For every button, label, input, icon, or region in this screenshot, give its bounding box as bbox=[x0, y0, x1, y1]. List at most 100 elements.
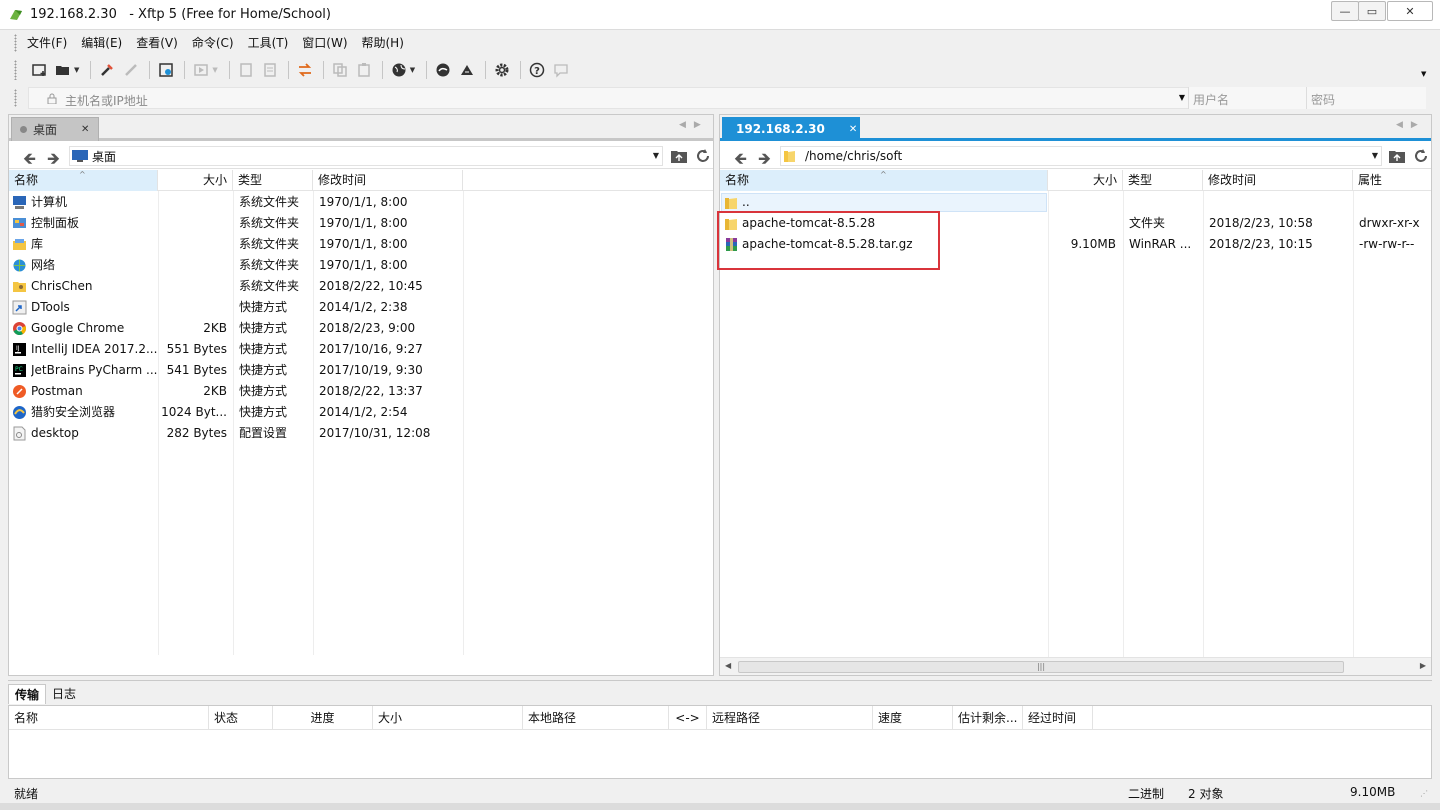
column-local-path[interactable]: 本地路径 bbox=[523, 706, 669, 730]
column-remote-path[interactable]: 远程路径 bbox=[707, 706, 873, 730]
menu-view[interactable]: 查看(V) bbox=[129, 31, 185, 55]
column-type[interactable]: 类型 bbox=[1123, 170, 1203, 191]
addressbar-grip[interactable] bbox=[14, 89, 17, 107]
connect-icon[interactable] bbox=[96, 59, 118, 81]
remote-path-input[interactable]: /home/chris/soft ▼ bbox=[780, 146, 1382, 166]
run-icon[interactable] bbox=[190, 59, 212, 81]
folder-up-icon[interactable] bbox=[1389, 149, 1405, 163]
column-size[interactable]: 大小 bbox=[373, 706, 523, 730]
folder-icon bbox=[784, 151, 795, 162]
clipboard-icon[interactable] bbox=[353, 59, 375, 81]
column-mtime[interactable]: 修改时间 bbox=[1203, 170, 1353, 191]
disconnect-icon[interactable] bbox=[120, 59, 142, 81]
column-status[interactable]: 状态 bbox=[209, 706, 273, 730]
horizontal-scrollbar[interactable]: ◀ ||| ▶ bbox=[720, 657, 1431, 675]
run-dropdown-icon[interactable]: ▼ bbox=[212, 66, 217, 74]
svg-text:IJ: IJ bbox=[16, 345, 20, 352]
file-mtime: 2018/2/22, 13:37 bbox=[319, 384, 423, 398]
host-dropdown-icon[interactable]: ▼ bbox=[1179, 93, 1185, 102]
host-input[interactable]: 主机名或IP地址 ▼ bbox=[28, 87, 1194, 109]
toolbar-grip[interactable] bbox=[14, 60, 17, 80]
scroll-right-icon[interactable]: ▶ bbox=[1420, 661, 1426, 670]
column-type[interactable]: 类型 bbox=[233, 170, 313, 191]
resize-grip-icon[interactable]: ⋰ bbox=[1420, 789, 1428, 798]
file-row[interactable]: 计算机 系统文件夹 1970/1/1, 8:00 bbox=[9, 192, 713, 213]
tab-transfer[interactable]: 传输 bbox=[8, 684, 47, 704]
tab-scroll-arrows[interactable]: ◀▶ bbox=[679, 120, 709, 130]
tab-remote-session[interactable]: 192.168.2.30 ✕ bbox=[722, 117, 860, 141]
transfer-mode[interactable]: 二进制 bbox=[1128, 785, 1164, 802]
scrollbar-thumb[interactable]: ||| bbox=[738, 661, 1344, 673]
file-row[interactable]: Postman 2KB 快捷方式 2018/2/22, 13:37 bbox=[9, 381, 713, 402]
file-row[interactable]: 猎豹安全浏览器 1024 Byt... 快捷方式 2014/1/2, 2:54 bbox=[9, 402, 713, 423]
transfer-icon[interactable] bbox=[294, 59, 316, 81]
column-name[interactable]: 名称 ^ bbox=[9, 170, 158, 191]
menu-tools[interactable]: 工具(T) bbox=[241, 31, 296, 55]
tab-scroll-arrows[interactable]: ◀▶ bbox=[1396, 120, 1426, 130]
file-row[interactable]: desktop 282 Bytes 配置设置 2017/10/31, 12:08 bbox=[9, 423, 713, 444]
paste-doc-icon[interactable] bbox=[259, 59, 281, 81]
file-row[interactable]: Google Chrome 2KB 快捷方式 2018/2/23, 9:00 bbox=[9, 318, 713, 339]
menu-edit[interactable]: 编辑(E) bbox=[74, 31, 129, 55]
toolbar-overflow-icon[interactable]: ▼ bbox=[1421, 70, 1426, 78]
close-button[interactable]: ✕ bbox=[1387, 1, 1433, 21]
refresh-icon[interactable] bbox=[1413, 148, 1429, 164]
path-dropdown-icon[interactable]: ▼ bbox=[653, 151, 659, 160]
password-input[interactable]: 密码 bbox=[1306, 87, 1426, 109]
file-row[interactable]: PC JetBrains PyCharm ... 541 Bytes 快捷方式 2017… bbox=[9, 360, 713, 381]
column-name[interactable]: 名称 ^ bbox=[720, 170, 1048, 191]
duplicate-icon[interactable] bbox=[329, 59, 351, 81]
column-divider bbox=[1048, 191, 1049, 657]
path-dropdown-icon[interactable]: ▼ bbox=[1372, 151, 1378, 160]
globe-icon[interactable] bbox=[388, 59, 410, 81]
file-row[interactable]: ChrisChen 系统文件夹 2018/2/22, 10:45 bbox=[9, 276, 713, 297]
help-icon[interactable]: ? bbox=[526, 59, 548, 81]
username-input[interactable]: 用户名 bbox=[1188, 87, 1306, 109]
new-session-icon[interactable] bbox=[28, 59, 50, 81]
tab-local-desktop[interactable]: 桌面 ✕ bbox=[11, 117, 99, 141]
scroll-left-icon[interactable]: ◀ bbox=[725, 661, 731, 670]
tab-close-icon[interactable]: ✕ bbox=[81, 124, 89, 135]
column-attributes[interactable]: 属性 bbox=[1353, 170, 1431, 191]
menu-command[interactable]: 命令(C) bbox=[185, 31, 241, 55]
open-folder-icon[interactable] bbox=[52, 59, 74, 81]
file-mtime: 2018/2/23, 9:00 bbox=[319, 321, 416, 335]
properties-icon[interactable] bbox=[155, 59, 177, 81]
column-progress[interactable]: 进度 bbox=[273, 706, 373, 730]
parent-dir-row[interactable]: .. bbox=[720, 192, 1431, 213]
toolbar: ▼ ▼ ▼ ? bbox=[28, 56, 574, 84]
restore-button[interactable]: ▭ bbox=[1358, 1, 1386, 21]
column-speed[interactable]: 速度 bbox=[873, 706, 953, 730]
globe-dropdown-icon[interactable]: ▼ bbox=[410, 66, 415, 74]
file-row[interactable]: DTools 快捷方式 2014/1/2, 2:38 bbox=[9, 297, 713, 318]
open-dropdown-icon[interactable]: ▼ bbox=[74, 66, 79, 74]
local-path-input[interactable]: 桌面 ▼ bbox=[69, 146, 663, 166]
status-text: 就绪 bbox=[14, 787, 39, 801]
terminal-icon[interactable] bbox=[432, 59, 454, 81]
xshell-icon[interactable] bbox=[456, 59, 478, 81]
column-eta[interactable]: 估计剩余... bbox=[953, 706, 1023, 730]
minimize-button[interactable]: — bbox=[1331, 1, 1359, 21]
file-row[interactable]: 网络 系统文件夹 1970/1/1, 8:00 bbox=[9, 255, 713, 276]
gear-icon[interactable] bbox=[491, 59, 513, 81]
menu-window[interactable]: 窗口(W) bbox=[295, 31, 354, 55]
column-name[interactable]: 名称 bbox=[9, 706, 209, 730]
column-mtime[interactable]: 修改时间 bbox=[313, 170, 463, 191]
menubar-grip[interactable] bbox=[14, 34, 17, 52]
column-direction[interactable]: <-> bbox=[669, 706, 707, 730]
column-size[interactable]: 大小 bbox=[1048, 170, 1123, 191]
column-elapsed[interactable]: 经过时间 bbox=[1023, 706, 1093, 730]
chat-icon[interactable] bbox=[550, 59, 572, 81]
tab-log[interactable]: 日志 bbox=[46, 684, 82, 704]
folder-up-icon[interactable] bbox=[671, 149, 687, 163]
menu-file[interactable]: 文件(F) bbox=[20, 31, 74, 55]
file-row[interactable]: 库 系统文件夹 1970/1/1, 8:00 bbox=[9, 234, 713, 255]
copy-doc-icon[interactable] bbox=[235, 59, 257, 81]
file-name: 网络 bbox=[31, 258, 56, 272]
menu-help[interactable]: 帮助(H) bbox=[355, 31, 411, 55]
column-size[interactable]: 大小 bbox=[158, 170, 233, 191]
file-row[interactable]: IJ IntelliJ IDEA 2017.2.... 551 Bytes 快捷方式 2… bbox=[9, 339, 713, 360]
tab-close-icon[interactable]: ✕ bbox=[849, 124, 857, 135]
file-row[interactable]: 控制面板 系统文件夹 1970/1/1, 8:00 bbox=[9, 213, 713, 234]
refresh-icon[interactable] bbox=[695, 148, 711, 164]
